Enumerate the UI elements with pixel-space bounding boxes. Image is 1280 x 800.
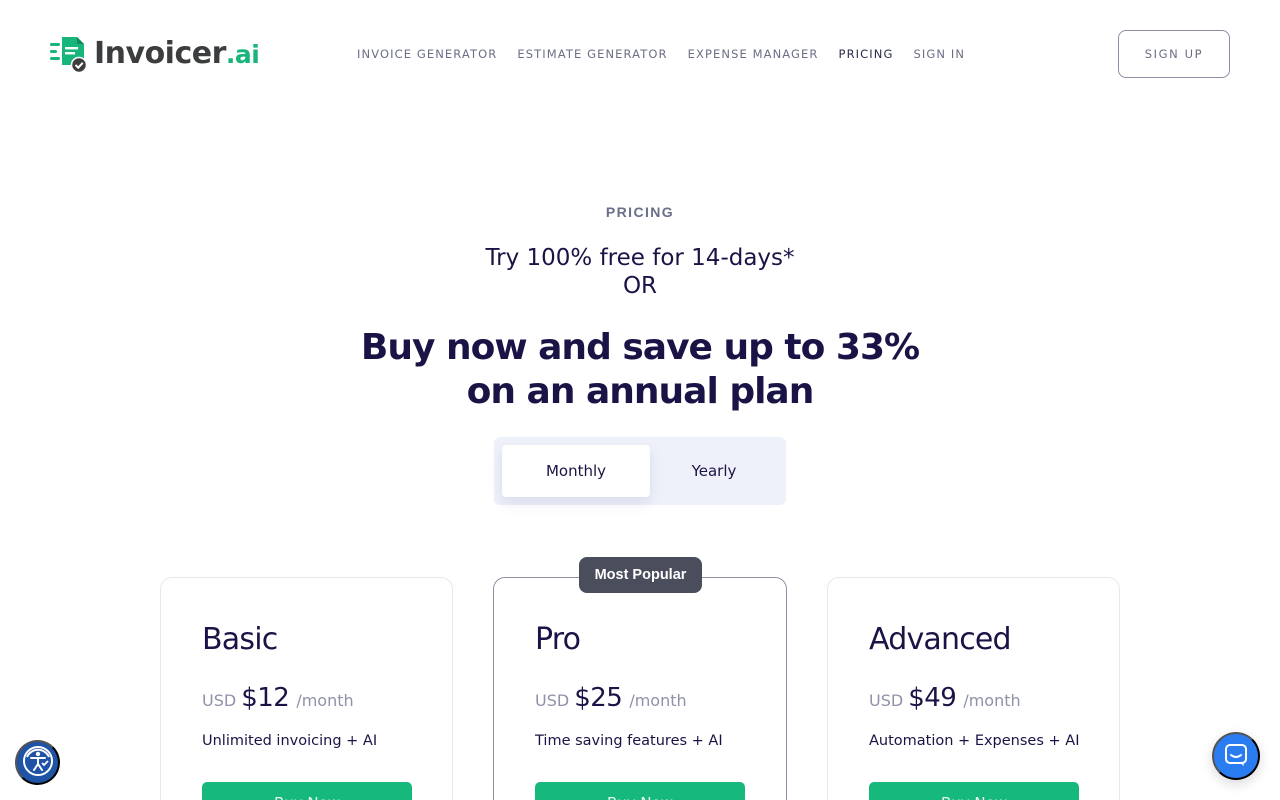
- nav-expense-manager[interactable]: EXPENSE MANAGER: [688, 47, 819, 61]
- brand-wordmark: Invoicer.ai: [94, 36, 260, 71]
- billing-monthly-option[interactable]: Monthly: [502, 445, 650, 497]
- accessibility-icon: [21, 744, 55, 781]
- nav-pricing[interactable]: PRICING: [839, 47, 894, 61]
- plan-description: Time saving features + AI: [535, 733, 723, 749]
- plan-description: Automation + Expenses + AI: [869, 733, 1080, 749]
- price-amount: $49: [908, 683, 957, 713]
- site-header: Invoicer.ai INVOICE GENERATOR ESTIMATE G…: [0, 0, 1280, 108]
- price-amount: $25: [574, 683, 623, 713]
- section-eyebrow: PRICING: [605, 204, 675, 220]
- plan-card-pro: Pro USD $25 /month Time saving features …: [493, 577, 787, 800]
- plan-price: USD $25 /month: [535, 683, 687, 713]
- buy-basic-button[interactable]: Buy Now: [202, 782, 412, 800]
- price-period: /month: [296, 691, 354, 710]
- brand-logo[interactable]: Invoicer.ai: [50, 34, 260, 74]
- plan-card-basic: Basic USD $12 /month Unlimited invoicing…: [160, 577, 453, 800]
- plan-name: Pro: [535, 622, 581, 657]
- chat-icon: [1223, 742, 1249, 771]
- trial-offer: Try 100% free for 14-days* OR: [0, 244, 1280, 300]
- plan-name: Advanced: [869, 622, 1012, 657]
- price-period: /month: [629, 691, 687, 710]
- invoice-logo-icon: [50, 35, 88, 74]
- plan-price: USD $49 /month: [869, 683, 1021, 713]
- price-amount: $12: [241, 683, 290, 713]
- price-period: /month: [963, 691, 1021, 710]
- nav-estimate-generator[interactable]: ESTIMATE GENERATOR: [517, 47, 667, 61]
- nav-sign-in[interactable]: SIGN IN: [913, 47, 965, 61]
- buy-pro-button[interactable]: Buy Now: [535, 782, 745, 800]
- plan-description: Unlimited invoicing + AI: [202, 733, 378, 749]
- plan-price: USD $12 /month: [202, 683, 354, 713]
- billing-toggle: Monthly Yearly: [494, 437, 786, 505]
- price-currency: USD: [869, 691, 904, 710]
- page-headline: Buy now and save up to 33% on an annual …: [360, 327, 920, 412]
- plan-card-advanced: Advanced USD $49 /month Automation + Exp…: [827, 577, 1120, 800]
- price-currency: USD: [202, 691, 237, 710]
- or-line: OR: [622, 273, 658, 299]
- billing-yearly-option[interactable]: Yearly: [650, 445, 778, 497]
- most-popular-badge: Most Popular: [579, 557, 702, 593]
- nav-invoice-generator[interactable]: INVOICE GENERATOR: [357, 47, 497, 61]
- buy-advanced-button[interactable]: Buy Now: [869, 782, 1079, 800]
- trial-line: Try 100% free for 14-days*: [485, 245, 795, 271]
- main-nav: INVOICE GENERATOR ESTIMATE GENERATOR EXP…: [357, 47, 965, 61]
- price-currency: USD: [535, 691, 570, 710]
- plan-name: Basic: [202, 622, 278, 657]
- accessibility-button[interactable]: [15, 740, 60, 785]
- sign-up-button[interactable]: SIGN UP: [1118, 30, 1230, 78]
- chat-launcher-button[interactable]: [1212, 732, 1260, 780]
